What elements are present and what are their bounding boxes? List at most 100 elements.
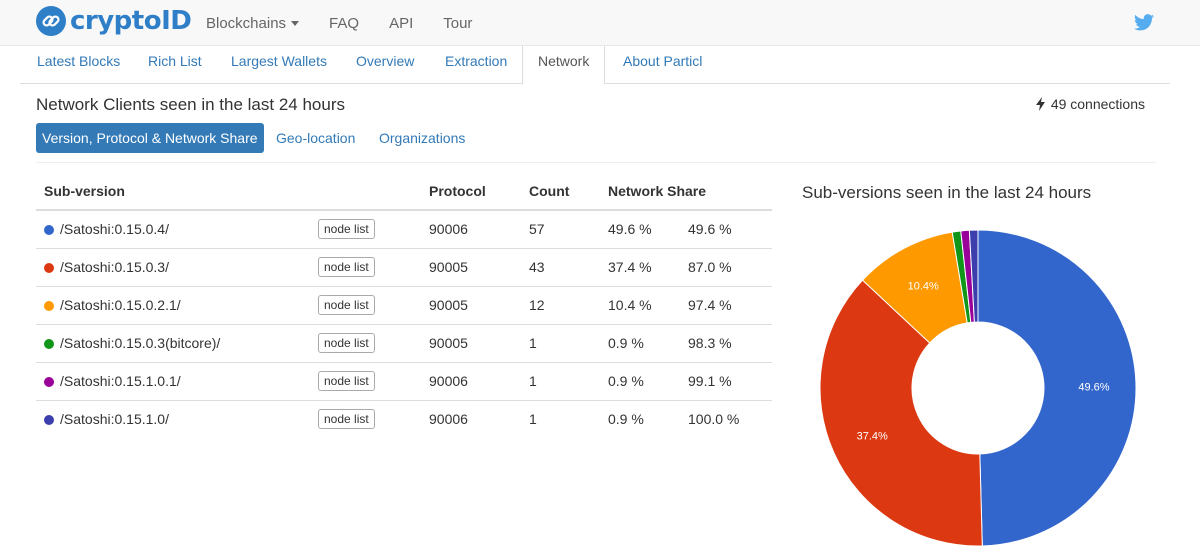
subversion-table: Sub-version Protocol Count Network Share… [36, 172, 772, 438]
header-network-share: Network Share [600, 172, 772, 211]
pill-organizations[interactable]: Organizations [379, 123, 465, 153]
connections-status: 49 connections [1035, 96, 1145, 112]
top-navbar: cryptoID Blockchains FAQ API Tour [0, 0, 1200, 46]
pie-slice-label: 10.4% [908, 281, 939, 293]
protocol-cell: 90005 [421, 324, 521, 363]
table-row: /Satoshi:0.15.0.3/node list 90005 43 37.4 %… [36, 248, 772, 287]
pie-slice-label: 37.4% [857, 431, 888, 443]
pie-slice[interactable] [977, 229, 1137, 547]
node-list-cell: node list [310, 324, 421, 363]
nav-blockchains-dropdown[interactable]: Blockchains [206, 14, 300, 32]
series-color-dot [44, 263, 54, 273]
node-list-button[interactable]: node list [318, 371, 375, 391]
cumulative-share-cell: 49.6 % [680, 210, 772, 249]
chart-title: Sub-versions seen in the last 24 hours [802, 183, 1092, 202]
cumulative-share-cell: 87.0 % [680, 248, 772, 287]
share-cell: 0.9 % [600, 362, 680, 401]
tab-about-particl[interactable]: About Particl [623, 46, 702, 84]
node-list-cell: node list [310, 210, 421, 249]
count-cell: 1 [521, 362, 600, 401]
node-list-cell: node list [310, 362, 421, 401]
protocol-cell: 90006 [421, 210, 521, 249]
node-list-cell: node list [310, 400, 421, 438]
table-row: /Satoshi:0.15.0.3(bitcore)/ node list 9000… [36, 324, 772, 363]
tab-extraction[interactable]: Extraction [445, 46, 507, 84]
table-row: /Satoshi:0.15.0.2.1/node list 90005 12 10.4… [36, 286, 772, 325]
share-cell: 37.4 % [600, 248, 680, 287]
header-subversion: Sub-version [36, 172, 421, 211]
node-list-button[interactable]: node list [318, 409, 375, 430]
pill-geo-location[interactable]: Geo-location [276, 123, 355, 153]
page-title: Network Clients seen in the last 24 hour… [36, 95, 345, 114]
node-list-cell: node list [310, 248, 421, 287]
lightning-icon [1035, 97, 1045, 111]
count-cell: 1 [521, 324, 600, 363]
count-cell: 57 [521, 210, 600, 249]
pie-slice-label: 49.6% [1078, 381, 1109, 393]
cumulative-share-cell: 98.3 % [680, 324, 772, 363]
subversion-cell: /Satoshi:0.15.1.0.1/ [36, 362, 310, 401]
subversion-cell: /Satoshi:0.15.0.2.1/ [36, 286, 310, 325]
nav-tour[interactable]: Tour [443, 15, 472, 32]
count-cell: 12 [521, 286, 600, 325]
table-row: /Satoshi:0.15.1.0/node list 90006 1 0.9 % 10… [36, 400, 772, 438]
twitter-icon[interactable] [1134, 14, 1154, 36]
tab-largest-wallets[interactable]: Largest Wallets [231, 46, 327, 84]
subversion-cell: /Satoshi:0.15.0.3(bitcore)/ [36, 324, 310, 363]
node-list-button[interactable]: node list [318, 333, 375, 353]
series-color-dot [44, 415, 54, 426]
nav-blockchains-label: Blockchains [206, 14, 287, 32]
protocol-cell: 90006 [421, 362, 521, 401]
series-color-dot [44, 301, 54, 311]
subversion-name: /Satoshi:0.15.1.0/ [60, 411, 169, 428]
nav-api[interactable]: API [389, 15, 413, 32]
connections-count: 49 connections [1050, 96, 1145, 112]
share-cell: 0.9 % [600, 324, 680, 363]
caret-down-icon [291, 21, 300, 27]
header-count: Count [521, 172, 600, 211]
share-cell: 10.4 % [600, 286, 680, 325]
count-cell: 43 [521, 248, 600, 287]
tab-overview[interactable]: Overview [356, 46, 414, 84]
series-color-dot [44, 339, 54, 349]
subversion-cell: /Satoshi:0.15.0.3/ [36, 248, 310, 287]
node-list-button[interactable]: node list [318, 219, 375, 240]
node-list-cell: node list [310, 286, 421, 325]
protocol-cell: 90005 [421, 248, 521, 287]
table-row: /Satoshi:0.15.1.0.1/node list 90006 1 0.9 %… [36, 362, 772, 401]
main-nav: Blockchains FAQ API Tour [206, 0, 502, 46]
table-row: /Satoshi:0.15.0.4/node list 90006 57 49.6 %… [36, 210, 772, 249]
subversion-name: /Satoshi:0.15.0.3/ [60, 259, 169, 275]
protocol-cell: 90006 [429, 411, 468, 428]
brand-name: cryptoID [70, 6, 192, 36]
subversion-name: /Satoshi:0.15.0.4/ [60, 221, 169, 238]
section-tabs: Latest Blocks Rich List Largest Wallets … [20, 46, 1170, 85]
chain-link-icon [36, 6, 66, 36]
tab-network[interactable]: Network [522, 46, 606, 85]
subversion-name: /Satoshi:0.15.0.3(bitcore)/ [60, 335, 221, 351]
count-cell: 1 [529, 411, 537, 428]
subversion-cell: /Satoshi:0.15.0.4/ [36, 210, 310, 249]
tab-latest-blocks[interactable]: Latest Blocks [37, 46, 120, 84]
table-header-row: Sub-version Protocol Count Network Share [36, 172, 772, 211]
share-cell: 0.9 % [608, 411, 644, 428]
nav-faq[interactable]: FAQ [329, 15, 359, 32]
cryptoid-logo[interactable]: cryptoID [36, 6, 192, 36]
subversion-donut-chart: 49.6% 37.4% 10.4% [819, 229, 1137, 547]
divider [36, 162, 1156, 163]
share-cell: 49.6 % [600, 210, 680, 249]
subversion-name: /Satoshi:0.15.0.2.1/ [60, 297, 181, 313]
tab-rich-list[interactable]: Rich List [148, 46, 202, 84]
node-list-button[interactable]: node list [318, 257, 375, 277]
cumulative-share-cell: 99.1 % [680, 362, 772, 401]
header-protocol: Protocol [421, 172, 521, 211]
pill-version-protocol-share[interactable]: Version, Protocol & Network Share [36, 123, 264, 153]
protocol-cell: 90005 [421, 286, 521, 325]
subversion-name: /Satoshi:0.15.1.0.1/ [60, 373, 181, 389]
cumulative-share-cell: 97.4 % [680, 286, 772, 325]
series-color-dot [44, 377, 54, 387]
node-list-button[interactable]: node list [318, 295, 375, 315]
subversion-cell: /Satoshi:0.15.1.0/ [36, 400, 310, 438]
series-color-dot [44, 225, 54, 236]
cumulative-share-cell: 100.0 % [688, 411, 740, 428]
